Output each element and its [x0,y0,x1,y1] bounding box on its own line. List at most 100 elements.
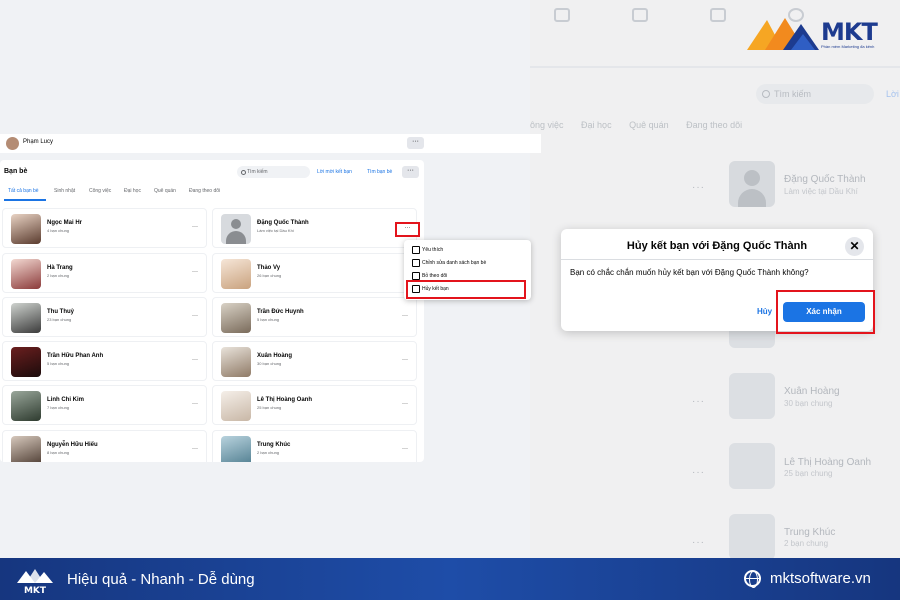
friend-card[interactable]: Lê Thị Hoàng Oanh 25 bạn chung ··· [212,385,417,425]
bg-avatar [729,514,775,558]
friend-options-button[interactable]: ··· [402,401,408,407]
search-input[interactable]: Tìm kiếm [237,166,310,178]
friend-avatar[interactable] [221,259,251,289]
mkt-logo-icon [747,18,819,50]
divider [561,259,873,260]
friend-avatar[interactable] [221,214,251,244]
find-friends-link[interactable]: Tìm bạn bè [367,169,392,175]
friend-avatar[interactable] [11,303,41,333]
bg-tab: ông việc [530,120,564,130]
friend-card[interactable]: Đặng Quốc Thành Làm việc tại Dầu Khí [212,208,417,248]
friend-card[interactable]: Trần Hữu Phan Anh 5 bạn chung ··· [2,341,207,381]
menu-item-edit-friend-list[interactable]: Chỉnh sửa danh sách bạn bè [412,259,486,267]
friend-card[interactable]: Thảo Vy 26 bạn chung [212,253,417,293]
friend-mutuals: 26 bạn chung [257,273,282,278]
friend-card[interactable]: Hà Trang 2 bạn chung ··· [2,253,207,293]
friend-avatar[interactable] [221,436,251,462]
dialog-title: Hủy kết bạn với Đặng Quốc Thành [626,240,808,252]
profile-name[interactable]: Phạm Lucy [23,139,53,145]
friend-avatar[interactable] [11,436,41,462]
friend-card[interactable]: Ngọc Mai Hr 4 bạn chung ··· [2,208,207,248]
friend-name[interactable]: Lê Thị Hoàng Oanh [257,397,312,403]
bg-avatar [729,373,775,419]
dialog-message: Bạn có chắc chắn muốn hủy kết bạn với Đặ… [570,268,809,277]
friend-name[interactable]: Đặng Quốc Thành [257,220,309,226]
friend-options-button[interactable]: ··· [192,224,198,230]
friend-avatar[interactable] [11,259,41,289]
tab-college[interactable]: Đại học [124,188,141,194]
friend-mutuals: 8 bạn chung [47,450,70,455]
friend-avatar[interactable] [11,214,41,244]
friend-mutuals: 30 bạn chung [257,361,282,366]
tab-work[interactable]: Công việc [89,188,111,194]
bg-friend-name: Lê Thị Hoàng Oanh [784,457,872,468]
friend-avatar[interactable] [221,347,251,377]
cancel-button[interactable]: Hủy [757,307,772,316]
friend-name[interactable]: Thu Thuỷ [47,309,74,315]
friend-options-button[interactable]: ··· [402,446,408,452]
bg-tab: Đang theo dõi [686,120,743,130]
globe-icon [744,570,761,588]
friend-name[interactable]: Ngọc Mai Hr [47,220,82,226]
menu-item-favorite[interactable]: Yêu thích [412,246,443,254]
friend-card[interactable]: Xuân Hoàng 30 bạn chung ··· [212,341,417,381]
friend-options-button[interactable]: ··· [402,313,408,319]
friend-name[interactable]: Trung Khúc [257,442,290,448]
friend-name[interactable]: Hà Trang [47,265,73,271]
friend-name[interactable]: Thảo Vy [257,265,280,271]
mkt-logo-text: MKT [821,18,878,46]
mkt-footer-logo-text: MKT [24,586,47,594]
friend-avatar[interactable] [11,347,41,377]
tab-all-friends[interactable]: Tất cả bạn bè [8,188,39,194]
mkt-tagline: Phần mềm Marketing đa kênh [821,44,875,49]
friend-avatar[interactable] [221,303,251,333]
bg-friend-sub: 30 bạn chung [784,399,833,408]
divider [530,66,900,68]
friend-card[interactable]: Thu Thuỷ 23 bạn chung ··· [2,297,207,337]
friends-tabs: Tất cả bạn bè Sinh nhật Công việc Đại họ… [0,188,424,200]
friend-options-button[interactable]: ··· [192,269,198,275]
friend-options-button[interactable]: ··· [192,401,198,407]
friend-options-button[interactable]: ··· [192,313,198,319]
video-icon [632,8,648,22]
friend-name[interactable]: Xuân Hoàng [257,353,292,359]
slogan: Hiệu quả - Nhanh - Dễ dùng [67,571,255,588]
friend-name[interactable]: Nguyễn Hữu Hiếu [47,442,98,448]
friend-card[interactable]: Nguyễn Hữu Hiếu 8 bạn chung ··· [2,430,207,462]
bg-friend-name: Đặng Quốc Thành [784,174,866,185]
avatar[interactable] [6,137,19,150]
bg-requests-link: Lời [886,89,899,99]
menu-item-unfollow[interactable]: Bỏ theo dõi [412,272,447,280]
friend-name[interactable]: Linh Chi Kim [47,397,84,403]
friend-mutuals: 5 bạn chung [257,317,280,322]
friend-name[interactable]: Trần Hữu Phan Anh [47,353,103,359]
friend-options-button[interactable]: ··· [192,446,198,452]
friend-mutuals: 5 bạn chung [47,361,70,366]
tab-birthdays[interactable]: Sinh nhật [54,188,75,194]
friend-avatar[interactable] [221,391,251,421]
bg-dots: ··· [692,467,705,478]
friend-card[interactable]: Trần Đức Huynh 5 bạn chung ··· [212,297,417,337]
friend-name[interactable]: Trần Đức Huynh [257,309,304,315]
friend-card[interactable]: Linh Chi Kim 7 bạn chung ··· [2,385,207,425]
friend-avatar[interactable] [11,391,41,421]
more-button[interactable]: ··· [402,166,419,178]
friend-options-button[interactable]: ··· [192,357,198,363]
friend-mutuals: 2 bạn chung [257,450,280,455]
friend-options-button-highlighted[interactable]: ··· [395,222,420,237]
tab-following[interactable]: Đang theo dõi [189,188,220,194]
friends-panel: Bạn bè Tìm kiếm Lời mời kết bạn Tìm bạn … [0,160,424,462]
mkt-logo: MKT Phần mềm Marketing đa kênh [747,16,897,56]
friend-requests-link[interactable]: Lời mời kết bạn [317,169,352,175]
friend-options-button[interactable]: ··· [402,357,408,363]
friend-card[interactable]: Trung Khúc 2 bạn chung ··· [212,430,417,462]
friend-mutuals: 23 bạn chung [47,317,72,322]
website-link[interactable]: mktsoftware.vn [770,570,871,587]
tab-hometown[interactable]: Quê quán [154,188,176,194]
close-icon[interactable]: ✕ [845,237,864,256]
friend-options-menu: Yêu thích Chỉnh sửa danh sách bạn bè Bỏ … [404,240,531,300]
bg-friend-name: Xuân Hoàng [784,386,840,397]
footer-banner: MKT Hiệu quả - Nhanh - Dễ dùng mktsoftwa… [0,558,900,600]
more-button[interactable]: ··· [407,137,424,149]
friend-mutuals: Làm việc tại Dầu Khí [257,228,294,233]
